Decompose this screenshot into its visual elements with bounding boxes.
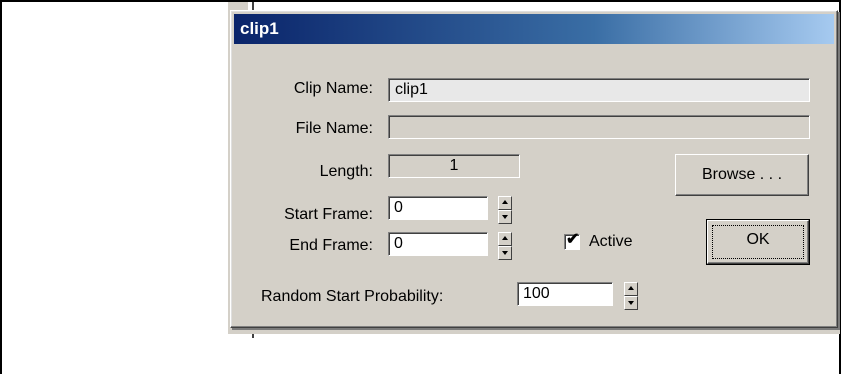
browse-button[interactable]: Browse . . .: [675, 154, 809, 196]
end-frame-field[interactable]: 0: [388, 232, 488, 256]
ok-button[interactable]: OK: [706, 219, 810, 265]
file-name-label: File Name:: [295, 120, 373, 137]
length-value: 1: [388, 154, 520, 178]
random-start-up-arrow-icon[interactable]: [624, 282, 638, 296]
ok-focus-rect: [712, 225, 804, 259]
clip-name-label: Clip Name:: [293, 80, 373, 97]
file-name-field: [388, 115, 810, 139]
frame-left-line: [0, 0, 2, 374]
clip-dialog: clip1 Clip Name: clip1 File Name: Length…: [230, 10, 838, 328]
start-frame-label: Start Frame:: [284, 206, 373, 223]
random-start-spinner[interactable]: [624, 282, 638, 310]
end-frame-spinner[interactable]: [498, 232, 512, 260]
clip-name-field[interactable]: clip1: [388, 78, 810, 102]
frame-top-line: [0, 0, 841, 2]
active-checkbox[interactable]: ✔: [564, 231, 580, 250]
dialog-titlebar[interactable]: clip1: [234, 14, 834, 44]
random-start-field[interactable]: 100: [517, 282, 613, 306]
random-start-label: Random Start Probability:: [261, 288, 444, 305]
active-label[interactable]: Active: [589, 231, 633, 253]
start-frame-field[interactable]: 0: [388, 196, 488, 220]
end-frame-down-arrow-icon[interactable]: [498, 246, 512, 260]
end-frame-label: End Frame:: [289, 237, 373, 254]
active-checkmark-icon: ✔: [566, 231, 580, 248]
length-label: Length:: [319, 163, 373, 180]
start-frame-down-arrow-icon[interactable]: [498, 210, 512, 224]
end-frame-up-arrow-icon[interactable]: [498, 232, 512, 246]
start-frame-up-arrow-icon[interactable]: [498, 196, 512, 210]
start-frame-spinner[interactable]: [498, 196, 512, 224]
random-start-down-arrow-icon[interactable]: [624, 296, 638, 310]
dialog-title: clip1: [240, 19, 279, 38]
